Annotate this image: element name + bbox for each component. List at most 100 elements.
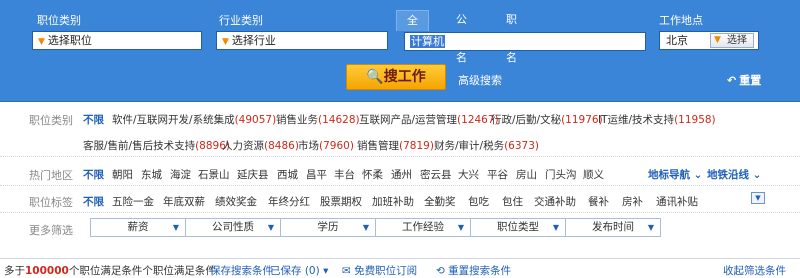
tag-filter-row: 职位标签 不限 五险一金 年底双薪 绩效奖金 年终分红 股票期权 加班补助 全勤… [0,187,800,213]
location-select-button[interactable]: ▼ 选择 [710,33,754,48]
area-option[interactable]: 顺义 [583,167,604,182]
save-search-link[interactable]: 保存搜索条件 [210,263,273,278]
advanced-search-link[interactable]: 高级搜索 [458,72,502,88]
category-filter-label: 职位类别 [29,114,73,127]
category-option[interactable]: 客服/售前/售后技术支持(8896) [83,138,230,153]
results-bar: 多于100000个职位满足条件个职位满足条件 保存搜索条件 已保存 (0) ▾ … [0,258,800,278]
job-category-value: 选择职位 [47,34,92,47]
job-type-dropdown[interactable]: 职位类型 ▼ [470,218,566,237]
area-option[interactable]: 房山 [516,167,537,182]
experience-dropdown[interactable]: 工作经验 ▼ [375,218,471,237]
row-divider [0,185,800,186]
category-option[interactable]: 互联网产品/运营管理(12467) [359,112,499,127]
job-category-select[interactable]: ▼ 选择职位 [32,31,202,50]
reset-search-link[interactable]: ⟲ 重置搜索条件 [436,263,511,278]
job-category-label: 职位类别 [37,14,81,27]
chevron-down-icon: ⌄ [693,169,703,181]
category-option[interactable]: 销售管理(7819) [357,138,434,153]
tag-option[interactable]: 通讯补贴 [656,194,698,209]
reset-label: 重置 [739,74,762,87]
tag-option[interactable]: 绩效奖金 [215,194,257,209]
dropdown-arrow-icon: ▼ [222,37,229,47]
tab-fulltext[interactable]: 全文 [396,10,429,46]
area-option[interactable]: 平谷 [487,167,508,182]
location-value: 北京 [666,34,688,47]
tag-option[interactable]: 年终分红 [268,194,310,209]
metro-line-link[interactable]: 地铁沿线 ⌄ [707,167,761,182]
category-option[interactable]: 软件/互联网开发/系统集成(49057) [112,112,276,127]
tag-option[interactable]: 包吃 [468,194,489,209]
collapse-filters-link[interactable]: 收起筛选条件 [723,263,786,278]
area-option[interactable]: 大兴 [458,167,479,182]
category-filter-row-2: 客服/售前/售后技术支持(8896) 人力资源(8486) 市场(7960) 销… [0,131,800,157]
dropdown-arrow-icon: ▼ [172,223,179,232]
salary-dropdown[interactable]: 薪资 ▼ [90,218,186,237]
tag-any[interactable]: 不限 [83,194,104,209]
publish-time-dropdown[interactable]: 发布时间 ▼ [565,218,661,237]
tag-option[interactable]: 年底双薪 [163,194,205,209]
category-option[interactable]: 人力资源(8486) [222,138,299,153]
category-option[interactable]: 市场(7960) [298,138,354,153]
education-dropdown[interactable]: 学历 ▼ [280,218,376,237]
tab-job-title[interactable]: 职位名 [496,10,527,64]
category-option[interactable]: IT运维/技术支持(11958) [598,112,716,127]
location-select-label: 选择 [727,35,747,46]
category-option[interactable]: 财务/审计/税务(6373) [434,138,539,153]
more-filter-label: 更多筛选 [29,224,73,237]
row-divider [0,156,800,157]
chevron-down-icon: ⌄ [752,169,762,181]
free-subscribe-link[interactable]: ✉ 免费职位订阅 [342,263,417,278]
landmark-nav-link[interactable]: 地标导航 ⌄ [648,167,702,182]
area-option[interactable]: 密云县 [420,167,452,182]
chevron-down-icon: ▾ [323,265,329,277]
tag-option[interactable]: 五险一金 [112,194,154,209]
category-option[interactable]: 销售业务(14628) [276,112,360,127]
tag-option[interactable]: 餐补 [588,194,609,209]
refresh-icon: ⟲ [436,265,445,277]
reset-button[interactable]: ↶ 重置 [727,72,761,88]
tag-option[interactable]: 房补 [622,194,643,209]
area-option[interactable]: 海淀 [170,167,191,182]
dropdown-arrow-icon: ▼ [552,223,559,232]
tag-option[interactable]: 包住 [502,194,523,209]
area-option[interactable]: 门头沟 [545,167,577,182]
reset-icon: ↶ [727,74,737,87]
search-button-label: 搜工作 [383,69,426,85]
tag-filter-label: 职位标签 [29,196,73,209]
category-filter-row-1: 职位类别 不限 软件/互联网开发/系统集成(49057) 销售业务(14628)… [0,105,800,131]
category-option[interactable]: 行政/后勤/文秘(11976) [491,112,603,127]
industry-value: 选择行业 [231,34,276,47]
dropdown-arrow-icon: ▼ [647,223,654,232]
search-icon: 🔍 [366,69,384,85]
search-button[interactable]: 🔍搜工作 [346,64,446,90]
dropdown-arrow-icon: ▼ [267,223,274,232]
category-any[interactable]: 不限 [83,112,104,127]
tag-option[interactable]: 交通补助 [534,194,576,209]
area-option[interactable]: 通州 [391,167,412,182]
expand-tags-button[interactable]: ▼ [751,192,765,204]
tab-company[interactable]: 公司名 [446,10,477,64]
keyword-value: 计算机 [410,35,445,48]
area-option[interactable]: 东城 [141,167,162,182]
area-any[interactable]: 不限 [83,167,104,182]
search-panel: 职位类别 ▼选择职位 行业类别 ▼选择行业 全文 公司名 职位名 计算机 工作地… [0,0,800,102]
row-divider [0,212,800,213]
area-option[interactable]: 丰台 [334,167,355,182]
industry-select[interactable]: ▼ 选择行业 [216,31,388,50]
area-option[interactable]: 朝阳 [112,167,133,182]
area-option[interactable]: 西城 [277,167,298,182]
dropdown-arrow-icon: ▼ [457,223,464,232]
area-option[interactable]: 昌平 [306,167,327,182]
dropdown-arrow-icon: ▼ [38,37,45,47]
company-type-dropdown[interactable]: 公司性质 ▼ [185,218,281,237]
area-option[interactable]: 怀柔 [362,167,383,182]
area-option[interactable]: 延庆县 [237,167,269,182]
tag-option[interactable]: 股票期权 [320,194,362,209]
keyword-input[interactable]: 计算机 [404,32,646,51]
saved-searches-dropdown[interactable]: 已保存 (0) ▾ [270,263,328,278]
chevron-down-icon: ▼ [755,194,761,202]
result-count: 多于100000个职位满足条件个职位满足条件 [4,265,216,277]
tag-option[interactable]: 全勤奖 [424,194,456,209]
area-option[interactable]: 石景山 [198,167,230,182]
tag-option[interactable]: 加班补助 [372,194,414,209]
